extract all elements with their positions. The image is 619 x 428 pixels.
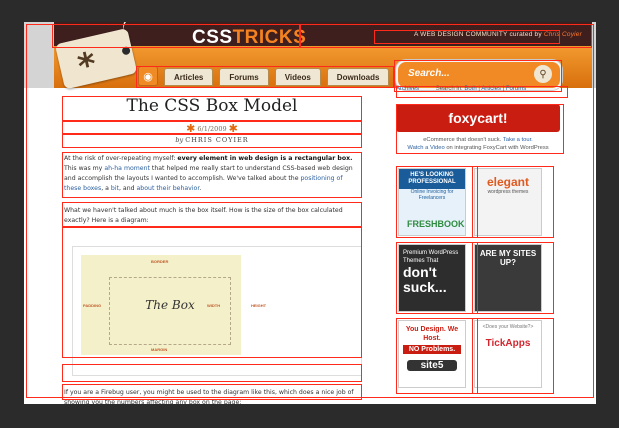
ad5-brand: site5 xyxy=(407,360,457,371)
tag-hole xyxy=(121,45,131,56)
ad-elegant-themes[interactable]: elegant wordpress themes xyxy=(474,168,542,236)
ad-site5[interactable]: You Design. We Host. NO Problems. site5 xyxy=(398,320,466,388)
ad2-sub: wordpress themes xyxy=(487,189,529,195)
post-date-text: 6/1/2009 xyxy=(197,125,227,133)
nav-articles[interactable]: Articles xyxy=(164,68,214,86)
height-label: HEIGHT xyxy=(251,303,267,308)
ad-freshbooks[interactable]: HE'S LOOKING PROFESSIONAL Online Invoici… xyxy=(398,168,466,236)
tagline: A WEB DESIGN COMMUNITY curated by Chris … xyxy=(414,31,582,38)
byline: by CHRIS COYIER xyxy=(64,136,360,144)
link-ah-ha[interactable]: ah-ha moment xyxy=(104,165,150,172)
p1-a: At the risk of over-repeating myself: xyxy=(64,155,176,162)
margin-area: The Box BORDER PADDING WIDTH MARGIN xyxy=(81,255,241,355)
nav-downloads[interactable]: Downloads xyxy=(326,68,390,86)
ad-are-my-sites-up[interactable]: ARE MY SITES UP? xyxy=(474,244,542,312)
ad3-b: don't suck... xyxy=(403,264,447,295)
ad1-sub: Online Invoicing for Freelancers xyxy=(410,189,454,201)
main-nav: ◉ Articles Forums Videos Downloads xyxy=(138,66,390,86)
padding-area: The Box xyxy=(109,277,231,345)
ad3-text: Premium WordPress Themes That don't suck… xyxy=(399,245,465,299)
search-in-label: Search in: xyxy=(435,86,463,92)
border-label-top: BORDER xyxy=(151,259,169,264)
link-behavior[interactable]: about their behavior xyxy=(137,185,200,192)
ad6-brand: TickApps xyxy=(485,338,531,349)
link-bit[interactable]: bit xyxy=(111,185,119,192)
byline-by: by xyxy=(175,136,184,144)
foxycart-text: eCommerce that doesn't suck. Take a tour… xyxy=(392,136,564,152)
ad2-brand: elegant xyxy=(486,175,529,189)
page-frame: CSSTRICKS A WEB DESIGN COMMUNITY curated… xyxy=(24,22,596,404)
ad4-text: ARE MY SITES UP? xyxy=(479,249,537,267)
p1-e: , a xyxy=(101,185,109,192)
ad-premium-themes[interactable]: Premium WordPress Themes That don't suck… xyxy=(398,244,466,312)
archives-link[interactable]: Archives xyxy=(396,86,419,92)
ad1-brand: FRESHBOOKS xyxy=(407,219,466,229)
third-paragraph: If you are a Firebug user, you might be … xyxy=(64,389,354,404)
tagline-curator-link[interactable]: Chris Coyier xyxy=(544,31,582,38)
nav-videos[interactable]: Videos xyxy=(274,68,321,86)
author-name[interactable]: CHRIS COYIER xyxy=(185,136,248,144)
search-input[interactable]: Search... xyxy=(408,68,450,79)
post-date: ✱ 6/1/2009 ✱ xyxy=(64,122,360,135)
foxy-tour-link[interactable]: Take a tour. xyxy=(503,137,533,143)
logo-tricks: TRICKS xyxy=(232,27,307,48)
padding-label: PADDING xyxy=(83,303,102,308)
foxy-video-link[interactable]: Watch a Video xyxy=(407,145,444,151)
star-icon: ✱ xyxy=(186,122,196,135)
search-both[interactable]: Both xyxy=(464,86,476,92)
site-header: CSSTRICKS A WEB DESIGN COMMUNITY curated… xyxy=(24,22,596,90)
width-label: WIDTH xyxy=(207,303,221,308)
page-title: The CSS Box Model xyxy=(126,96,298,116)
p1-g: . xyxy=(199,185,202,192)
p1-c: This was my xyxy=(64,165,103,172)
search-articles[interactable]: Articles xyxy=(481,86,501,92)
p1-f: , and xyxy=(118,185,135,192)
search-forums[interactable]: Forums xyxy=(506,86,526,92)
foxy-line1: eCommerce that doesn't suck. xyxy=(423,137,502,143)
intro-paragraph: At the risk of over-repeating myself: ev… xyxy=(64,154,356,194)
search-scope-links: Archives Search in: Both | Articles | Fo… xyxy=(396,86,527,92)
ad5-b: NO Problems. xyxy=(403,345,461,354)
ad3-a: Premium WordPress Themes That xyxy=(403,250,459,264)
asterisk-icon: * xyxy=(74,44,101,88)
margin-label: MARGIN xyxy=(151,347,168,352)
ad6-q: <Does your Website?> xyxy=(482,324,534,330)
foxycart-logo: foxycart! xyxy=(448,110,508,126)
box-model-diagram: The Box BORDER PADDING WIDTH MARGIN HEIG… xyxy=(72,246,362,376)
ad-tickapps[interactable]: <Does your Website?> TickApps xyxy=(474,320,542,388)
tagline-prefix: A WEB DESIGN COMMUNITY xyxy=(413,31,508,38)
p1-b: every element in web design is a rectang… xyxy=(177,155,353,162)
second-paragraph: What we haven't talked about much is the… xyxy=(64,207,343,224)
foxy-line2: on integrating FoxyCart with WordPress xyxy=(446,145,549,151)
nav-forums[interactable]: Forums xyxy=(219,68,269,86)
ad5-a: You Design. We Host. xyxy=(405,326,459,342)
foxycart-banner[interactable]: foxycart! xyxy=(396,104,560,132)
article-content: The CSS Box Model ✱ 6/1/2009 ✱ by CHRIS … xyxy=(64,96,362,404)
star-icon: ✱ xyxy=(228,122,238,135)
tagline-curated: curated by xyxy=(509,31,542,38)
rss-icon[interactable]: ◉ xyxy=(138,66,158,86)
ad1-head: HE'S LOOKING PROFESSIONAL xyxy=(399,169,465,189)
sidebar: Archives Search in: Both | Articles | Fo… xyxy=(392,86,562,404)
logo-css: CSS xyxy=(192,27,233,48)
magnifier-icon[interactable]: ⚲ xyxy=(534,65,552,83)
